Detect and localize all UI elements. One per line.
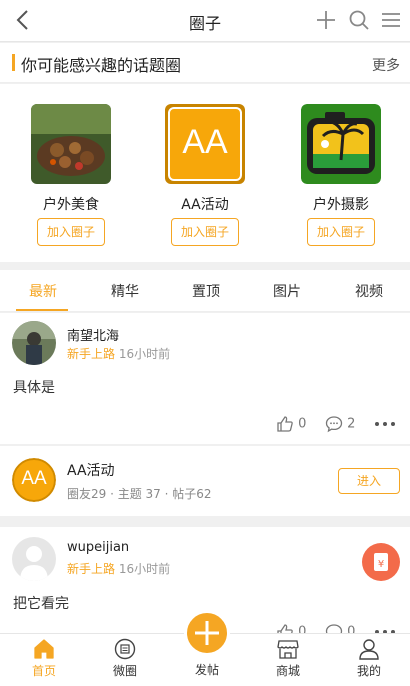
post-item[interactable]: 南望北海 新手上路 16小时前 具体是 0 2: [0, 313, 410, 444]
tab-images[interactable]: 图片: [257, 281, 317, 301]
post-actions: 0 2: [276, 415, 396, 435]
comment-button[interactable]: 2: [325, 415, 355, 435]
circle-name: 户外美食: [43, 197, 99, 213]
circle-name: AA活动: [181, 197, 229, 213]
post-meta: 新手上路 16小时前: [67, 345, 170, 362]
post-text: 把它看完: [13, 596, 69, 612]
svg-text:¥: ¥: [378, 559, 384, 570]
red-envelope-icon[interactable]: ¥: [362, 543, 400, 581]
comment-icon: [325, 416, 343, 433]
more-link[interactable]: 更多: [372, 55, 400, 75]
post-meta: 新手上路 16小时前: [67, 560, 170, 577]
nav-home-label: 首页: [31, 664, 56, 678]
user-level: 新手上路: [67, 347, 116, 361]
active-tab-indicator: [16, 309, 68, 311]
recommended-circles: 户外美食 加入圈子 AA AA活动 加入圈子 户外摄影 加入圈子: [0, 84, 410, 262]
plus-icon: [195, 621, 219, 645]
recommended-header: 你可能感兴趣的话题圈 更多: [0, 43, 410, 83]
nav-me[interactable]: 我的: [339, 638, 399, 679]
enter-circle-button[interactable]: 进入: [338, 468, 400, 494]
home-icon: [34, 639, 54, 659]
plus-icon[interactable]: [315, 9, 337, 31]
new-post-button[interactable]: [184, 610, 230, 656]
top-bar: 圈子: [0, 0, 410, 42]
nav-weiquan[interactable]: 微圈: [95, 638, 155, 679]
post-username[interactable]: wupeijian: [67, 540, 129, 555]
food-thumbnail: [31, 104, 111, 184]
post-time: 16小时前: [118, 562, 171, 576]
search-icon[interactable]: [348, 9, 370, 31]
feed-tabs: 最新 精华 置顶 图片 视频: [0, 270, 410, 312]
circle-card-aa[interactable]: AA AA活动 加入圈子: [150, 104, 260, 246]
more-options-icon[interactable]: [374, 415, 396, 435]
circle-name[interactable]: AA活动: [67, 460, 115, 480]
user-icon: [359, 639, 379, 660]
join-circle-button[interactable]: 加入圈子: [171, 218, 239, 246]
nav-mall[interactable]: 商城: [258, 638, 318, 679]
circle-card-food[interactable]: 户外美食 加入圈子: [16, 104, 126, 246]
circle-card-photo[interactable]: 户外摄影 加入圈子: [286, 104, 396, 246]
aa-logo: AA: [165, 104, 245, 184]
thumbs-up-icon: [277, 416, 293, 432]
post-username[interactable]: 南望北海: [67, 325, 119, 344]
like-button[interactable]: 0: [276, 415, 306, 435]
tab-pinned[interactable]: 置顶: [176, 281, 236, 301]
nav-mall-label: 商城: [275, 664, 300, 678]
avatar[interactable]: [12, 321, 56, 365]
new-post-label: 发帖: [194, 663, 219, 677]
recommended-title: 你可能感兴趣的话题圈: [21, 56, 182, 75]
user-level: 新手上路: [67, 562, 116, 576]
circle-name: 户外摄影: [313, 197, 369, 213]
join-circle-button[interactable]: 加入圈子: [307, 218, 375, 246]
circle-card[interactable]: AA AA活动 圈友29 · 主题 37 · 帖子62 进入: [0, 446, 410, 516]
tab-latest[interactable]: 最新: [13, 281, 73, 301]
join-circle-button[interactable]: 加入圈子: [37, 218, 105, 246]
nav-me-label: 我的: [356, 664, 381, 678]
nav-home[interactable]: 首页: [14, 638, 74, 679]
photo-logo: [301, 104, 381, 184]
post-time: 16小时前: [118, 347, 171, 361]
aa-circle-logo: AA: [12, 458, 56, 502]
comment-count: 2: [347, 416, 356, 432]
store-icon: [277, 640, 299, 659]
like-count: 0: [298, 416, 307, 432]
menu-icon[interactable]: [380, 9, 402, 31]
screen: 圈子 你可能感兴趣的话题圈 更多 户外美食 加入圈子 AA AA活动 加入圈子 …: [0, 0, 410, 686]
nav-weiquan-label: 微圈: [112, 664, 137, 678]
accent-bar: [12, 54, 15, 71]
circle-stats: 圈友29 · 主题 37 · 帖子62: [67, 487, 212, 501]
avatar[interactable]: [12, 537, 56, 581]
tab-featured[interactable]: 精华: [95, 281, 155, 301]
post-text: 具体是: [13, 380, 55, 396]
circle-badge-icon: [114, 638, 136, 660]
tab-videos[interactable]: 视频: [339, 281, 399, 301]
